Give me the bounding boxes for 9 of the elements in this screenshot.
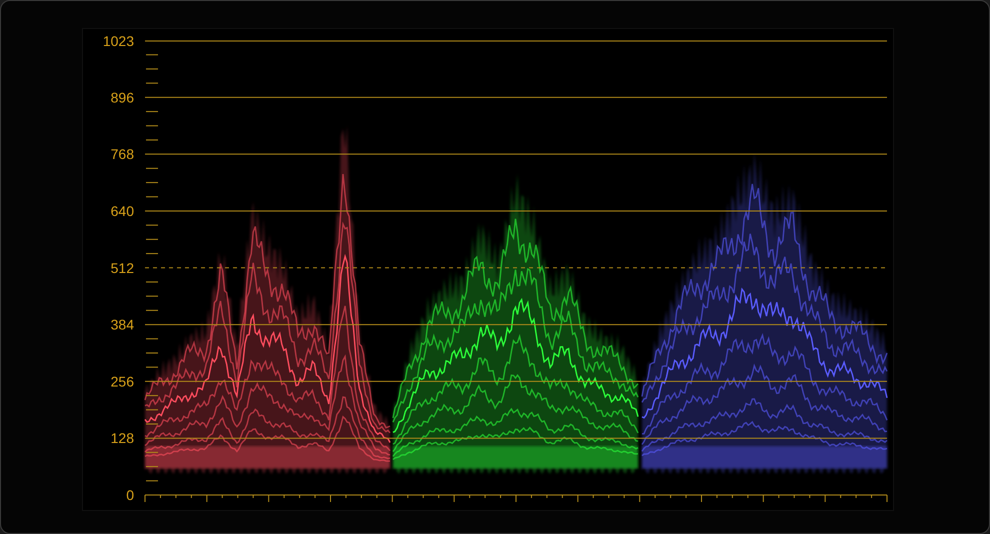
axis-label: 128 bbox=[110, 430, 134, 446]
axis-label: 896 bbox=[110, 89, 134, 106]
axis-label: 256 bbox=[110, 373, 134, 390]
axis-label: 384 bbox=[110, 316, 134, 333]
axis-label: 512 bbox=[110, 260, 134, 276]
axis-label: 1023 bbox=[102, 33, 134, 49]
axis-label: 0 bbox=[126, 487, 134, 503]
axis-label: 640 bbox=[110, 202, 134, 219]
axis-label: 768 bbox=[110, 146, 134, 162]
